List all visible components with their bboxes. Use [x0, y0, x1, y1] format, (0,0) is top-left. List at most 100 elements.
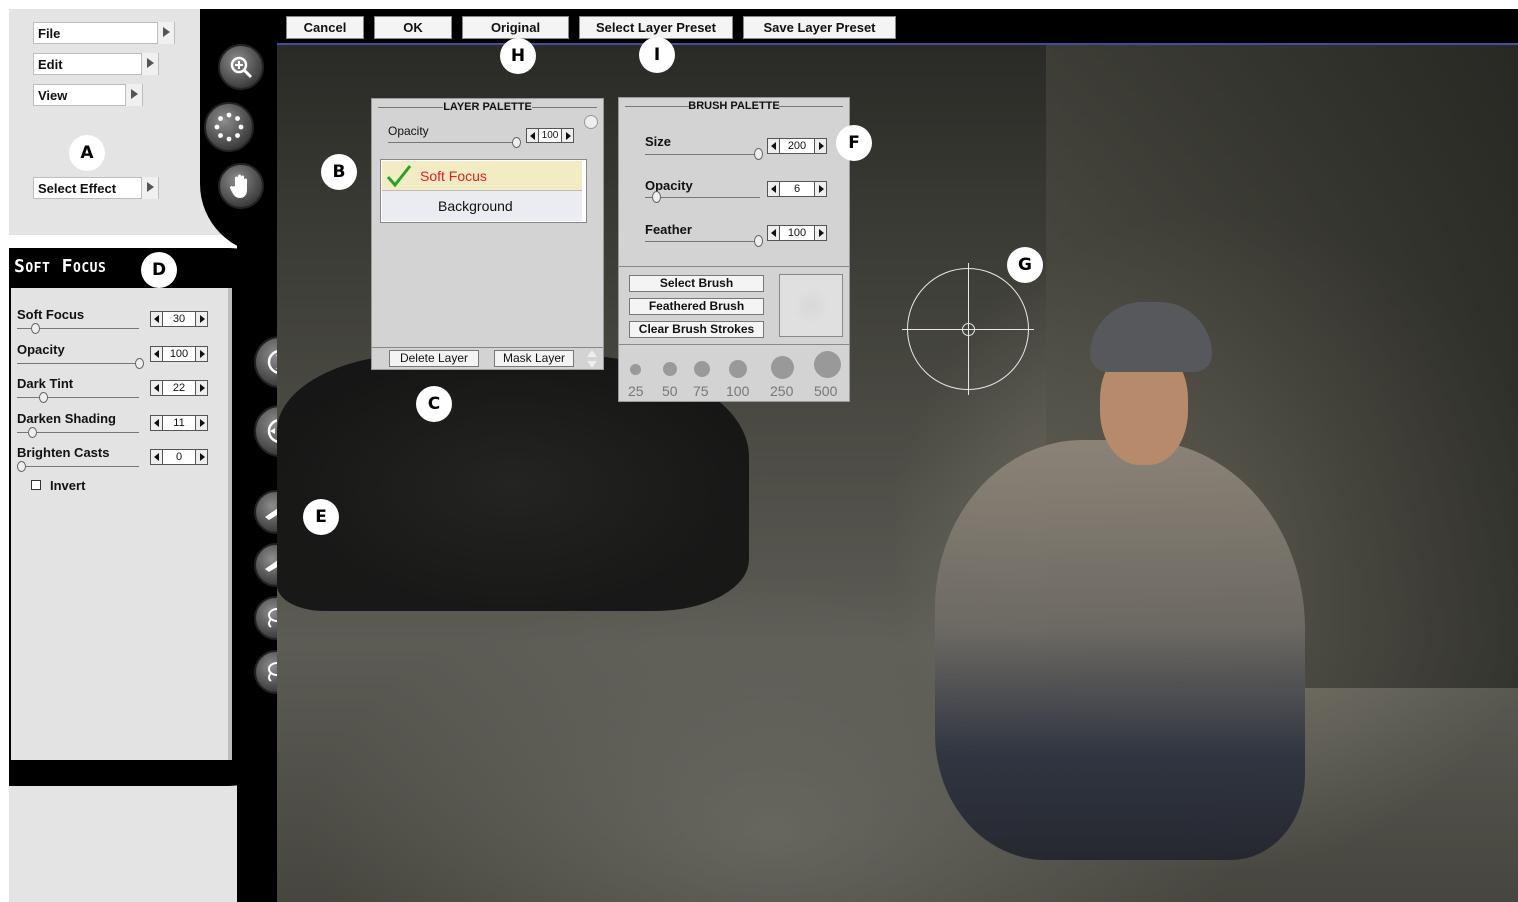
brush-opacity-spinner[interactable]: 6: [767, 181, 827, 197]
slider-knob[interactable]: [31, 323, 40, 334]
brush-opacity-knob[interactable]: [652, 191, 661, 203]
brighten-casts-label: Brighten Casts: [17, 445, 110, 460]
file-menu[interactable]: File: [33, 22, 175, 44]
increment-icon[interactable]: [195, 381, 207, 395]
callout-badge-g: G: [1007, 247, 1043, 283]
callout-badge-b: B: [321, 154, 357, 190]
layer-opacity-spinner[interactable]: 100: [526, 128, 574, 143]
increment-icon[interactable]: [561, 129, 573, 142]
brush-size-knob[interactable]: [754, 148, 763, 160]
brush-preview-dot: [792, 287, 830, 325]
brighten-casts-value: 0: [175, 451, 183, 463]
slider-knob[interactable]: [28, 427, 37, 438]
select-effect-label: Select Effect: [38, 181, 117, 196]
opacity-label: Opacity: [17, 342, 65, 357]
opacity-value: 100: [169, 348, 189, 360]
layer-opacity-track: [388, 142, 518, 143]
brush-opacity-track: [645, 197, 760, 198]
increment-icon[interactable]: [814, 139, 826, 153]
brush-preset-100[interactable]: [729, 360, 747, 378]
increment-icon[interactable]: [195, 450, 207, 464]
increment-icon[interactable]: [195, 312, 207, 326]
layer-opacity-value: 100: [541, 130, 559, 141]
save-layer-preset-button[interactable]: Save Layer Preset: [743, 16, 896, 39]
chevron-right-icon: [141, 53, 158, 75]
decrement-icon[interactable]: [151, 381, 163, 395]
decrement-icon[interactable]: [768, 139, 780, 153]
delete-layer-button[interactable]: Delete Layer: [389, 350, 479, 367]
brush-feather-knob[interactable]: [754, 235, 763, 247]
brush-feather-spinner[interactable]: 100: [767, 225, 827, 241]
palette-collapse-icon[interactable]: [584, 115, 598, 129]
soft-focus-label: Soft Focus: [17, 307, 85, 322]
layer-name: Soft Focus: [420, 168, 487, 184]
feathered-brush-button[interactable]: Feathered Brush: [629, 298, 764, 315]
decrement-icon[interactable]: [151, 416, 163, 430]
dark-tint-spinner[interactable]: 22: [150, 380, 208, 396]
brush-size-caption: 25: [628, 383, 644, 399]
slider-knob[interactable]: [17, 461, 26, 472]
brighten-casts-spinner[interactable]: 0: [150, 449, 208, 465]
select-effect-menu[interactable]: Select Effect: [33, 177, 159, 199]
brush-size-caption: 250: [770, 383, 794, 399]
darken-shading-spinner[interactable]: 11: [150, 415, 208, 431]
invert-checkbox[interactable]: [31, 480, 41, 490]
slider-knob[interactable]: [135, 358, 144, 369]
cancel-button[interactable]: Cancel: [286, 16, 364, 39]
callout-badge-h: H: [500, 38, 536, 74]
brush-opacity-label: Opacity: [645, 178, 693, 193]
increment-icon[interactable]: [814, 182, 826, 196]
brush-preset-500[interactable]: [814, 351, 841, 378]
hand-icon[interactable]: [218, 163, 264, 209]
soft-focus-spinner[interactable]: 30: [150, 311, 208, 327]
mask-layer-button[interactable]: Mask Layer: [494, 350, 574, 367]
dotted-circle-icon[interactable]: [204, 102, 254, 152]
darken-shading-value: 11: [173, 417, 185, 429]
callout-badge-e: E: [303, 499, 339, 535]
clear-brush-strokes-button[interactable]: Clear Brush Strokes: [629, 321, 764, 338]
zoom-icon[interactable]: [218, 44, 264, 90]
brush-palette-title: BRUSH PALETTE: [619, 100, 849, 112]
decrement-icon[interactable]: [768, 182, 780, 196]
slider-knob[interactable]: [39, 392, 48, 403]
brush-preset-75[interactable]: [694, 361, 710, 377]
brush-size-track: [645, 154, 760, 155]
brush-feather-value: 100: [787, 227, 807, 239]
decrement-icon[interactable]: [151, 312, 163, 326]
view-menu[interactable]: View: [33, 84, 143, 106]
decrement-icon[interactable]: [151, 347, 163, 361]
increment-icon[interactable]: [814, 226, 826, 240]
original-button[interactable]: Original: [462, 16, 569, 39]
decrement-icon[interactable]: [768, 226, 780, 240]
left-bottom-panel: [9, 786, 237, 902]
select-brush-button[interactable]: Select Brush: [629, 275, 764, 292]
layer-opacity-knob[interactable]: [512, 137, 521, 148]
brush-size-spinner[interactable]: 200: [767, 138, 827, 154]
layer-item-soft-focus[interactable]: Soft Focus: [382, 161, 582, 191]
brush-preset-250[interactable]: [771, 356, 794, 379]
scroll-arrows-icon[interactable]: [585, 349, 599, 369]
increment-icon[interactable]: [195, 347, 207, 361]
select-layer-preset-button[interactable]: Select Layer Preset: [579, 16, 733, 39]
brush-preset-25[interactable]: [630, 364, 641, 375]
ok-button[interactable]: OK: [374, 16, 452, 39]
layer-item-background[interactable]: Background: [382, 191, 582, 221]
increment-icon[interactable]: [195, 416, 207, 430]
opacity-spinner[interactable]: 100: [150, 346, 208, 362]
divider: [619, 344, 849, 345]
brush-preset-50[interactable]: [663, 362, 677, 376]
divider: [372, 347, 603, 348]
invert-label: Invert: [50, 478, 86, 493]
brush-size-caption: 75: [693, 383, 709, 399]
decrement-icon[interactable]: [151, 450, 163, 464]
brush-opacity-value: 6: [793, 183, 801, 195]
chevron-right-icon: [125, 84, 142, 106]
brush-feather-track: [645, 241, 760, 242]
layer-palette-title: LAYER PALETTE: [372, 101, 603, 113]
callout-badge-f: F: [836, 125, 872, 161]
brush-size-caption: 50: [662, 383, 678, 399]
decrement-icon[interactable]: [527, 129, 539, 142]
edit-menu[interactable]: Edit: [33, 53, 159, 75]
brush-size-caption: 500: [814, 383, 838, 399]
layer-palette: LAYER PALETTE Opacity 100 Soft Focus Bac…: [371, 98, 604, 370]
